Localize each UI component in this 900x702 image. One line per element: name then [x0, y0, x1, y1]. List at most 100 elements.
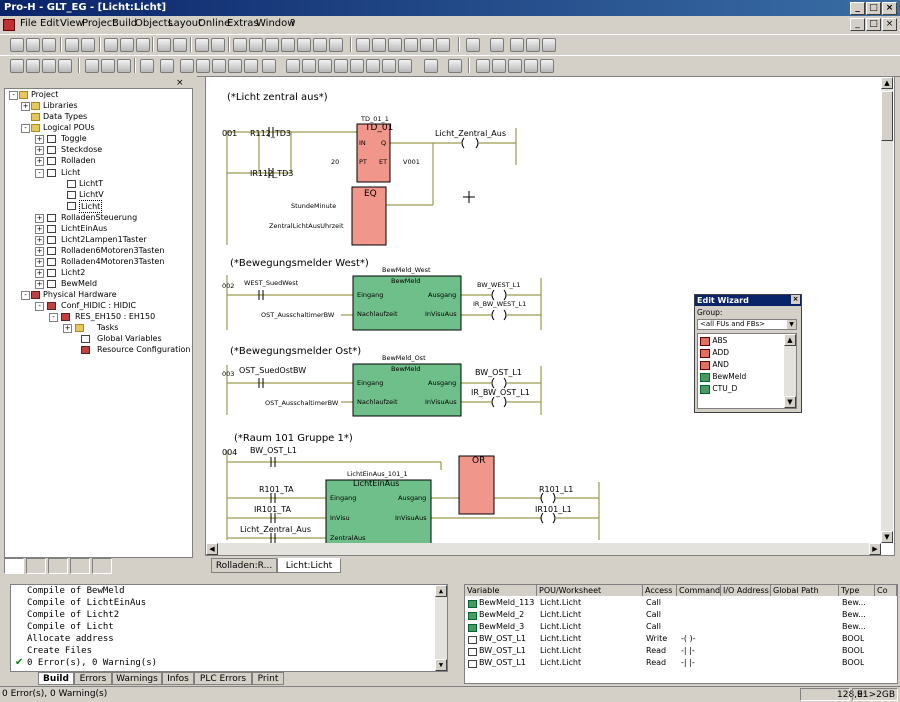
column-header[interactable]: Co	[875, 585, 897, 596]
tree-pou[interactable]: Rolladen4Motoren3Tasten	[61, 256, 164, 267]
instance-tab-icon[interactable]	[92, 558, 112, 574]
new-variable-icon[interactable]	[26, 59, 40, 73]
tab-licht[interactable]: Licht:Licht	[277, 558, 341, 573]
library-icon[interactable]	[436, 38, 450, 52]
make-icon[interactable]	[313, 38, 327, 52]
new-icon[interactable]	[10, 38, 24, 52]
tab-rolladen[interactable]: Rolladen:R...	[211, 558, 277, 573]
scroll-down-icon[interactable]: ▼	[784, 396, 796, 408]
branch-icon[interactable]	[382, 59, 396, 73]
help-tab-icon[interactable]	[48, 558, 68, 574]
tree-libraries[interactable]: Libraries	[43, 100, 78, 111]
breakpoint-icon[interactable]	[510, 38, 524, 52]
scroll-thumb[interactable]	[881, 91, 893, 141]
return-icon[interactable]	[334, 59, 348, 73]
align-left-icon[interactable]	[476, 59, 490, 73]
panel-close-icon[interactable]: ×	[176, 78, 184, 88]
window-cascade-icon[interactable]	[249, 38, 263, 52]
copy-icon[interactable]	[120, 38, 134, 52]
open-icon[interactable]	[26, 38, 40, 52]
log-scrollbar[interactable]: ▲ ▼	[435, 585, 447, 671]
close-button[interactable]: ×	[882, 2, 897, 15]
zoom-in-icon[interactable]	[195, 38, 209, 52]
tree-worksheet[interactable]: LichtT	[79, 178, 103, 189]
scroll-up-icon[interactable]: ▲	[435, 585, 447, 597]
app-icon[interactable]	[3, 19, 15, 31]
coil-reset-icon[interactable]	[262, 59, 276, 73]
save-icon[interactable]	[42, 38, 56, 52]
tab-build[interactable]: Build	[38, 672, 74, 685]
fb-tab-icon[interactable]	[70, 558, 90, 574]
coil-set-icon[interactable]	[244, 59, 258, 73]
column-header[interactable]: I/O Address	[721, 585, 771, 596]
tab-infos[interactable]: Infos	[162, 672, 194, 685]
contact-parallel-icon[interactable]	[180, 59, 194, 73]
tree-physical-hardware[interactable]: Physical Hardware	[43, 289, 117, 300]
tree-pou[interactable]: Rolladen	[61, 155, 96, 166]
stop-icon[interactable]	[466, 38, 480, 52]
menu-online[interactable]: Online	[198, 18, 230, 29]
menu-help[interactable]: ?	[290, 18, 295, 29]
logic-analyzer-icon[interactable]	[542, 38, 556, 52]
editor-vertical-scrollbar[interactable]: ▲ ▼	[881, 77, 893, 543]
tree-pou[interactable]: LichtEinAus	[61, 223, 107, 234]
tree-pou[interactable]: Licht2	[61, 267, 85, 278]
edit-wizard-titlebar[interactable]: Edit Wizard ×	[695, 295, 801, 306]
tree-global-variables[interactable]: Global Variables	[97, 333, 162, 344]
column-header[interactable]: Variable	[465, 585, 537, 596]
undo-icon[interactable]	[157, 38, 171, 52]
patch-icon[interactable]	[329, 38, 343, 52]
debug-icon[interactable]	[356, 38, 370, 52]
list-item[interactable]: AND	[700, 360, 729, 370]
tree-pou[interactable]: BewMeld	[61, 278, 97, 289]
print-icon[interactable]	[81, 38, 95, 52]
contact-rising-icon[interactable]	[212, 59, 226, 73]
tree-configuration[interactable]: Conf_HIDIC : HIDIC	[61, 300, 136, 311]
zoom-out-icon[interactable]	[211, 38, 225, 52]
tree-pou[interactable]: Licht2Lampen1Taster	[61, 234, 147, 245]
tree-data-types[interactable]: Data Types	[43, 111, 87, 122]
contact-negated-icon[interactable]	[196, 59, 210, 73]
select-icon[interactable]	[101, 59, 115, 73]
menu-layout[interactable]: Layout	[168, 18, 202, 29]
tree-tasks[interactable]: Tasks	[97, 322, 118, 333]
fb-list-scrollbar[interactable]: ▲ ▼	[784, 334, 796, 408]
upload-icon[interactable]	[404, 38, 418, 52]
library-tab-icon[interactable]	[26, 558, 46, 574]
scroll-up-icon[interactable]: ▲	[784, 334, 796, 346]
column-header[interactable]: POU/Worksheet	[537, 585, 643, 596]
maximize-button[interactable]: □	[866, 2, 881, 15]
tab-warnings[interactable]: Warnings	[112, 672, 162, 685]
tab-print[interactable]: Print	[252, 672, 284, 685]
close-icon[interactable]: ×	[791, 295, 800, 304]
variable-icon[interactable]	[424, 59, 438, 73]
insert-icon[interactable]	[58, 59, 72, 73]
chevron-down-icon[interactable]: ▼	[787, 320, 796, 329]
tree-pou[interactable]: RolladenSteuerung	[61, 212, 137, 223]
list-item[interactable]: CTU_D	[700, 384, 737, 394]
tab-errors[interactable]: Errors	[74, 672, 112, 685]
align-top-icon[interactable]	[508, 59, 522, 73]
column-header[interactable]: Access	[643, 585, 677, 596]
fb-icon[interactable]	[286, 59, 300, 73]
tree-pou-licht[interactable]: Licht	[61, 167, 80, 178]
label-icon[interactable]	[350, 59, 364, 73]
tab-plc-errors[interactable]: PLC Errors	[194, 672, 252, 685]
settings-icon[interactable]	[420, 38, 434, 52]
contact-icon[interactable]	[160, 59, 174, 73]
print-preview-icon[interactable]	[65, 38, 79, 52]
scroll-left-icon[interactable]: ◀	[206, 543, 218, 555]
new-worksheet-icon[interactable]	[42, 59, 56, 73]
step-icon[interactable]	[490, 38, 504, 52]
editor-horizontal-scrollbar[interactable]: ◀ ▶	[206, 543, 881, 555]
menu-build[interactable]: Build	[112, 18, 137, 29]
child-close-button[interactable]: ×	[882, 18, 897, 31]
contact-falling-icon[interactable]	[228, 59, 242, 73]
download-icon[interactable]	[388, 38, 402, 52]
connector-icon[interactable]	[302, 59, 316, 73]
redo-icon[interactable]	[173, 38, 187, 52]
tree-worksheet[interactable]: LichtV	[79, 189, 104, 200]
line-icon[interactable]	[117, 59, 131, 73]
menu-file[interactable]: File	[20, 18, 37, 29]
rail-icon[interactable]	[398, 59, 412, 73]
